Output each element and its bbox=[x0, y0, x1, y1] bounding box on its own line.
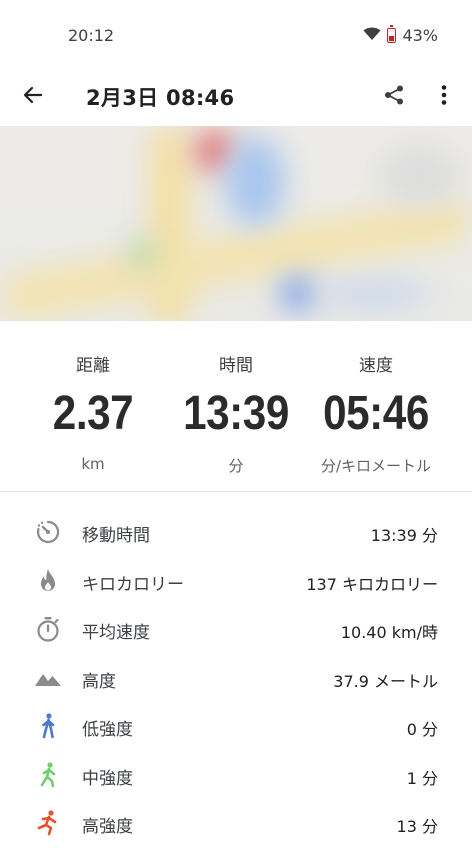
detail-label: 平均速度 bbox=[82, 623, 150, 643]
share-button[interactable] bbox=[380, 80, 408, 110]
detail-label: 低強度 bbox=[82, 720, 133, 740]
metric-pace: 速度 05:46 分/キロメートル bbox=[301, 351, 451, 476]
detail-row-low-intensity: 低強度 0 分 bbox=[0, 702, 472, 751]
details-list: 移動時間 13:39 分 キロカロリー 137 キロカロリー 平均速度 10.4… bbox=[0, 508, 472, 848]
detail-label: 中強度 bbox=[82, 768, 133, 789]
metric-value: 2.37 bbox=[52, 387, 134, 440]
map-area bbox=[380, 146, 460, 206]
metric-label: 時間 bbox=[219, 356, 253, 376]
mountain-icon bbox=[34, 664, 62, 692]
detail-value: 13 分 bbox=[396, 817, 438, 836]
detail-value: 13:39 分 bbox=[370, 526, 438, 545]
share-icon bbox=[385, 85, 403, 105]
metric-unit: 分/キロメートル bbox=[320, 457, 432, 475]
running-icon bbox=[34, 809, 62, 837]
detail-label: 高強度 bbox=[82, 817, 133, 837]
detail-value: 137 キロカロリー bbox=[306, 574, 438, 594]
page-title: 2月3日 08:46 bbox=[86, 86, 235, 110]
walking-icon bbox=[34, 712, 62, 740]
flame-icon bbox=[34, 567, 62, 595]
detail-row-calories: キロカロリー 137 キロカロリー bbox=[0, 557, 472, 606]
summary-section: 距離 2.37 km 時間 13:39 分 速度 05:46 分/キロメートル bbox=[0, 321, 472, 492]
metric-distance: 距離 2.37 km bbox=[18, 351, 168, 473]
status-time: 20:12 bbox=[68, 26, 115, 45]
detail-label: 高度 bbox=[82, 671, 116, 692]
route-map[interactable] bbox=[0, 126, 472, 321]
battery-level: 43% bbox=[402, 26, 438, 45]
detail-row-moderate-intensity: 中強度 1 分 bbox=[0, 751, 472, 800]
moving-time-icon bbox=[34, 518, 62, 546]
metric-label: 速度 bbox=[359, 356, 393, 376]
map-area bbox=[225, 136, 285, 226]
back-button[interactable] bbox=[18, 80, 48, 110]
metric-duration: 時間 13:39 分 bbox=[161, 351, 311, 476]
metric-value: 13:39 bbox=[183, 387, 289, 440]
more-options-button[interactable] bbox=[430, 80, 458, 110]
detail-row-avg-speed: 平均速度 10.40 km/時 bbox=[0, 605, 472, 654]
detail-row-high-intensity: 高強度 13 分 bbox=[0, 799, 472, 848]
detail-value: 10.40 km/時 bbox=[340, 623, 438, 642]
metric-label: 距離 bbox=[76, 356, 110, 376]
detail-row-elevation: 高度 37.9 メートル bbox=[0, 654, 472, 703]
stopwatch-icon bbox=[34, 615, 62, 643]
back-arrow-icon bbox=[23, 86, 43, 104]
metric-unit: km bbox=[81, 455, 105, 473]
metric-value: 05:46 bbox=[323, 387, 429, 440]
map-area bbox=[280, 276, 315, 311]
map-area bbox=[130, 241, 155, 266]
metric-unit: 分 bbox=[228, 457, 244, 475]
status-indicators: 43% bbox=[363, 25, 438, 45]
detail-row-moving-time: 移動時間 13:39 分 bbox=[0, 508, 472, 557]
detail-label: キロカロリー bbox=[82, 574, 184, 595]
detail-value: 1 分 bbox=[406, 768, 438, 788]
app-bar: 2月3日 08:46 bbox=[0, 64, 472, 126]
wifi-icon bbox=[363, 26, 381, 45]
more-vert-icon bbox=[441, 85, 447, 105]
detail-label: 移動時間 bbox=[82, 526, 150, 546]
status-bar: 20:12 43% bbox=[0, 0, 472, 64]
detail-value: 0 分 bbox=[406, 720, 438, 739]
detail-value: 37.9 メートル bbox=[333, 671, 438, 691]
brisk-walking-icon bbox=[34, 761, 62, 789]
map-area bbox=[320, 281, 430, 306]
battery-icon bbox=[387, 25, 397, 43]
